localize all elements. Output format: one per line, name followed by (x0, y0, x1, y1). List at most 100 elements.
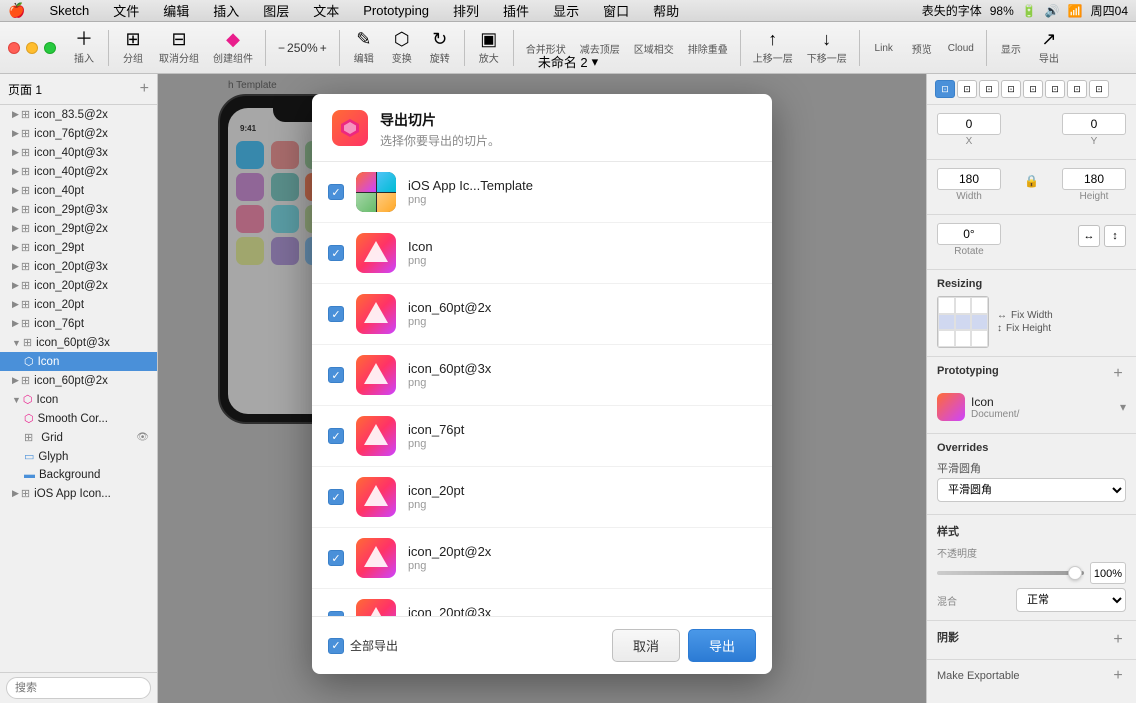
menu-view[interactable]: 显示 (549, 1, 583, 20)
toolbar-rotate-btn[interactable]: ↻ 旋转 (422, 26, 458, 69)
close-button[interactable] (8, 42, 20, 54)
item-checkbox-60-3x[interactable] (328, 367, 344, 383)
layer-icon76[interactable]: ▶ ⊞ icon_76pt (0, 314, 157, 333)
flip-v-btn[interactable]: ↕ (1104, 225, 1126, 247)
layer-icon40-3x[interactable]: ▶ ⊞ icon_40pt@3x (0, 143, 157, 162)
toolbar-mask-btn[interactable]: ▣ 放大 (471, 26, 507, 69)
toolbar-zoom[interactable]: − 250% + (272, 39, 333, 57)
toolbar-move-down-btn[interactable]: ↓ 下移一层 (801, 26, 853, 69)
layer-icon29-3x[interactable]: ▶ ⊞ icon_29pt@3x (0, 200, 157, 219)
menu-layer[interactable]: 图层 (259, 1, 293, 20)
layer-icon-main[interactable]: ▼ ⬡ Icon (0, 390, 157, 409)
menu-sketch[interactable]: Sketch (45, 3, 93, 18)
align-tab-5[interactable]: ⊡ (1023, 80, 1043, 98)
minimize-button[interactable] (26, 42, 38, 54)
menu-file[interactable]: 文件 (109, 1, 143, 20)
align-tab-7[interactable]: ⊡ (1067, 80, 1087, 98)
position-x-input[interactable] (937, 113, 1001, 135)
menu-insert[interactable]: 插入 (209, 1, 243, 20)
layer-icon60-2x[interactable]: ▶ ⊞ icon_60pt@2x (0, 371, 157, 390)
cancel-button[interactable]: 取消 (612, 629, 680, 662)
opacity-slider[interactable] (937, 571, 1084, 575)
toolbar-group-btn[interactable]: ⊞ 分组 (115, 26, 151, 69)
export-button[interactable]: 导出 (688, 629, 756, 662)
toolbar-exclude-btn[interactable]: 排除重叠 (682, 35, 734, 60)
prototyping-add-btn[interactable]: + (1110, 366, 1126, 382)
toolbar-move-up-btn[interactable]: ↑ 上移一层 (747, 26, 799, 69)
search-input[interactable] (6, 677, 151, 699)
title-dropdown-arrow[interactable]: ▾ (592, 54, 599, 70)
zoom-minus[interactable]: − (278, 41, 285, 55)
menu-help[interactable]: 帮助 (649, 1, 683, 20)
layer-ios-app-icon-template[interactable]: ▶ ⊞ iOS App Icon... (0, 484, 157, 503)
prototyping-chevron[interactable]: ▾ (1120, 400, 1126, 414)
rotate-input[interactable] (937, 223, 1001, 245)
zoom-plus[interactable]: + (320, 41, 327, 55)
item-checkbox-icon[interactable] (328, 245, 344, 261)
page-add-btn[interactable]: + (140, 80, 149, 98)
resize-cell-br (971, 330, 988, 347)
layer-grid[interactable]: ⊞ Grid 👁 (0, 428, 157, 447)
toolbar-link-btn[interactable]: Link (866, 37, 902, 58)
select-all-label[interactable]: 全部导出 (328, 637, 398, 654)
select-all-checkbox[interactable] (328, 638, 344, 654)
layer-smooth-corners[interactable]: ⬡ Smooth Cor... (0, 409, 157, 428)
menu-window[interactable]: 窗口 (599, 1, 633, 20)
layer-icon40[interactable]: ▶ ⊞ icon_40pt (0, 181, 157, 200)
item-checkbox-template[interactable] (328, 184, 344, 200)
layer-icon20-2x[interactable]: ▶ ⊞ icon_20pt@2x (0, 276, 157, 295)
layer-icon60-3x[interactable]: ▼ ⊞ icon_60pt@3x (0, 333, 157, 352)
layer-icon20[interactable]: ▶ ⊞ icon_20pt (0, 295, 157, 314)
make-exportable-add-btn[interactable]: + (1110, 668, 1126, 684)
align-tab-3[interactable]: ⊡ (979, 80, 999, 98)
toolbar-cloud-btn[interactable]: Cloud (942, 37, 980, 58)
menu-edit[interactable]: 编辑 (159, 1, 193, 20)
toolbar-create-component-btn[interactable]: ◆ 创建组件 (207, 26, 259, 69)
layer-icon40-2x[interactable]: ▶ ⊞ icon_40pt@2x (0, 162, 157, 181)
toolbar-insert-btn[interactable]: ＋ 插入 (66, 26, 102, 69)
layer-icon29-2x[interactable]: ▶ ⊞ icon_29pt@2x (0, 219, 157, 238)
layer-icon29[interactable]: ▶ ⊞ icon_29pt (0, 238, 157, 257)
flip-h-btn[interactable]: ↔ (1078, 225, 1100, 247)
overrides-corner-select[interactable]: 平滑圆角 (937, 478, 1126, 502)
eye-icon[interactable]: 👁 (136, 432, 149, 443)
layer-icon-component-selected[interactable]: ⬡ Icon (0, 352, 157, 371)
toolbar-preview-btn[interactable]: 预览 (904, 35, 940, 60)
align-tab-1[interactable]: ⊡ (935, 80, 955, 98)
expand-icon: ▶ (12, 109, 19, 120)
menu-arrange[interactable]: 排列 (449, 1, 483, 20)
lock-aspect-icon[interactable]: 🔒 (1024, 174, 1039, 188)
toolbar-edit-btn[interactable]: ✎ 编辑 (346, 26, 382, 69)
align-tab-8[interactable]: ⊡ (1089, 80, 1109, 98)
toolbar-transform-btn[interactable]: ⬡ 变换 (384, 26, 420, 69)
size-height-input[interactable] (1062, 168, 1126, 190)
position-y-input[interactable] (1062, 113, 1126, 135)
apple-menu[interactable]: 🍎 (8, 2, 25, 19)
size-width-input[interactable] (937, 168, 1001, 190)
menu-prototyping[interactable]: Prototyping (359, 3, 433, 18)
align-tab-6[interactable]: ⊡ (1045, 80, 1065, 98)
menu-text[interactable]: 文本 (309, 1, 343, 20)
menu-plugins[interactable]: 插件 (499, 1, 533, 20)
group-icon: ⊞ (21, 184, 30, 197)
item-checkbox-20[interactable] (328, 489, 344, 505)
toolbar-export-btn[interactable]: ↗ 导出 (1031, 26, 1067, 69)
layer-icon76-2x[interactable]: ▶ ⊞ icon_76pt@2x (0, 124, 157, 143)
layer-icon83[interactable]: ▶ ⊞ icon_83.5@2x (0, 105, 157, 124)
shadow-add-btn[interactable]: + (1110, 632, 1126, 648)
align-tab-4[interactable]: ⊡ (1001, 80, 1021, 98)
layer-glyph[interactable]: ▭ Glyph (0, 447, 157, 466)
item-type-20: png (408, 499, 756, 511)
maximize-button[interactable] (44, 42, 56, 54)
toolbar-ungroup-btn[interactable]: ⊟ 取消分组 (153, 26, 205, 69)
blend-select[interactable]: 正常 (1016, 588, 1126, 612)
item-checkbox-20-2x[interactable] (328, 550, 344, 566)
toolbar-intersect-btn[interactable]: 区域相交 (628, 35, 680, 60)
layer-icon20-3x[interactable]: ▶ ⊞ icon_20pt@3x (0, 257, 157, 276)
item-checkbox-76[interactable] (328, 428, 344, 444)
item-checkbox-60-2x[interactable] (328, 306, 344, 322)
layer-background[interactable]: ▬ Background (0, 466, 157, 484)
align-tab-2[interactable]: ⊡ (957, 80, 977, 98)
item-thumb-60-3x (356, 355, 396, 395)
toolbar-display-btn[interactable]: 显示 (993, 35, 1029, 60)
